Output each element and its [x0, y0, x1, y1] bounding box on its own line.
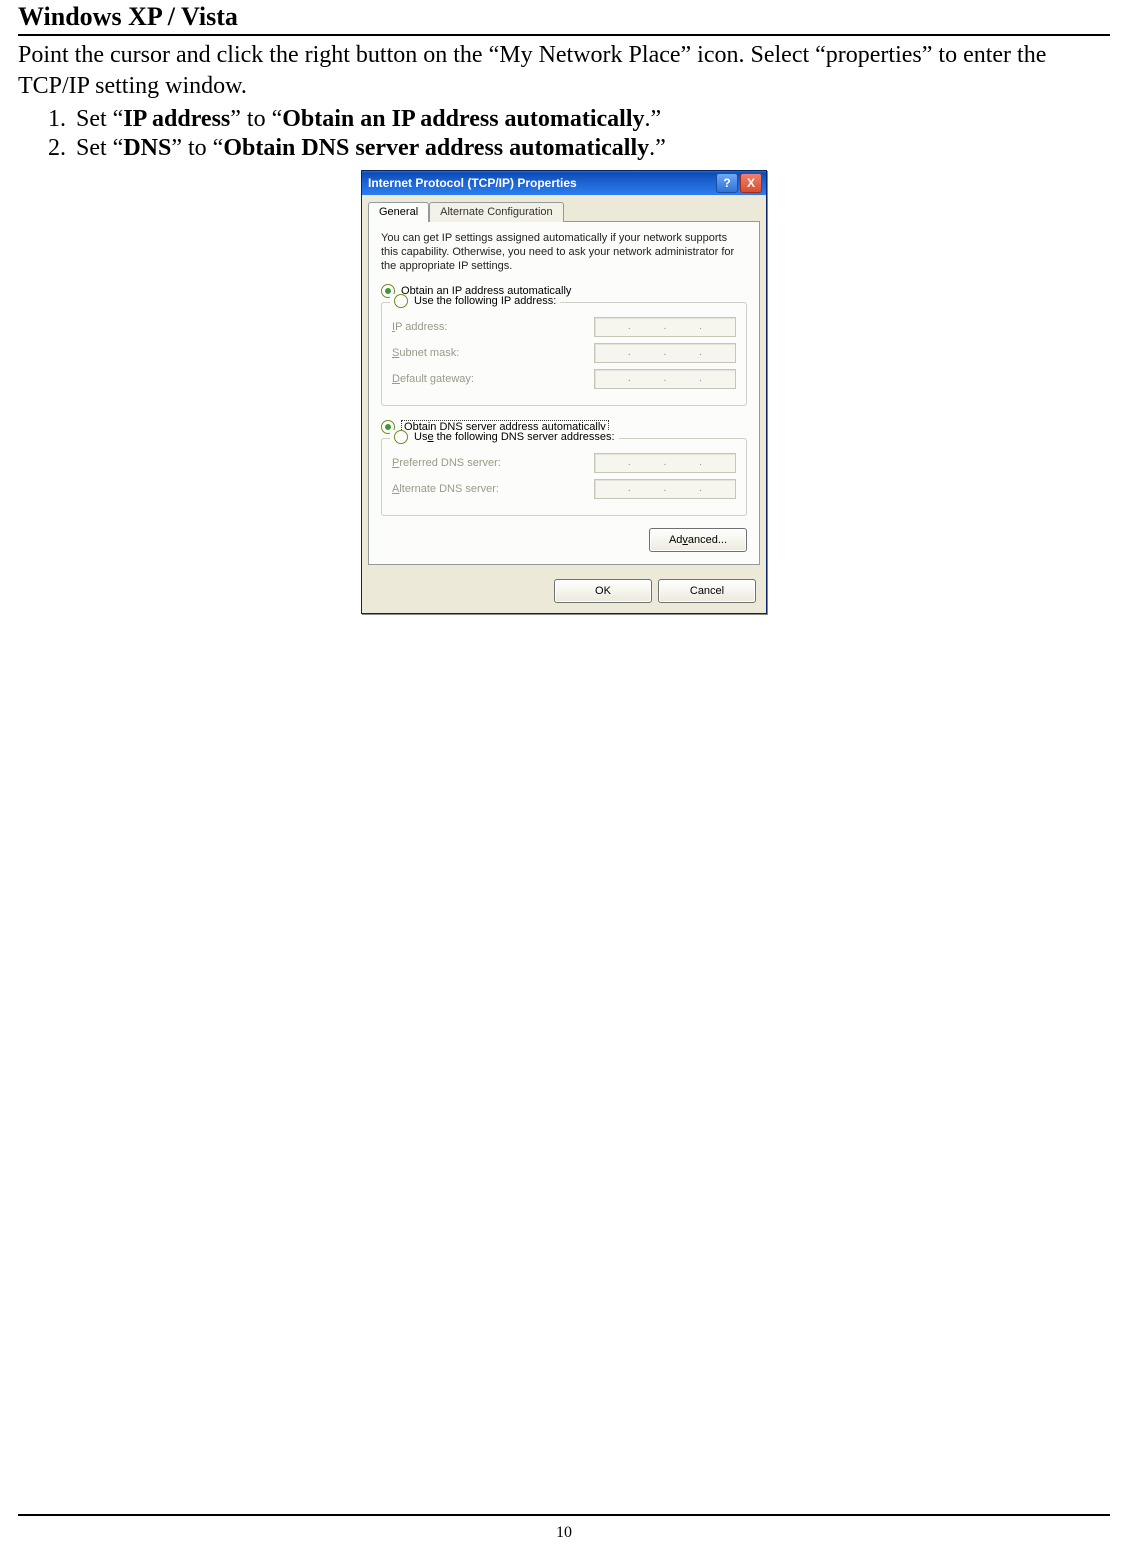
dialog-titlebar[interactable]: Internet Protocol (TCP/IP) Properties ? …: [362, 171, 766, 195]
label-preferred-dns: Preferred DNS server:: [392, 457, 594, 469]
page-number: 10: [0, 1524, 1128, 1542]
step-1: Set “IP address” to “Obtain an IP addres…: [72, 106, 1110, 133]
alternate-dns-field[interactable]: ...: [594, 479, 736, 499]
subnet-mask-field[interactable]: ...: [594, 343, 736, 363]
ip-manual-group: Use the following IP address: IP address…: [381, 302, 747, 406]
radio-use-following-dns[interactable]: Use the following DNS server addresses:: [390, 430, 619, 444]
radio-use-following-ip[interactable]: Use the following IP address:: [390, 294, 560, 308]
tcpip-properties-dialog: Internet Protocol (TCP/IP) Properties ? …: [361, 170, 767, 613]
tab-strip: General Alternate Configuration: [362, 195, 766, 221]
label-default-gateway: Default gateway:: [392, 373, 594, 385]
label-subnet-mask: Subnet mask:: [392, 347, 594, 359]
radio-icon: [394, 430, 408, 444]
dns-manual-group: Use the following DNS server addresses: …: [381, 438, 747, 516]
steps-list: Set “IP address” to “Obtain an IP addres…: [18, 106, 1110, 162]
tab-alternate-configuration[interactable]: Alternate Configuration: [429, 202, 564, 222]
ok-button[interactable]: OK: [554, 579, 652, 603]
ip-address-field[interactable]: ...: [594, 317, 736, 337]
label-alternate-dns: Alternate DNS server:: [392, 483, 594, 495]
step-2: Set “DNS” to “Obtain DNS server address …: [72, 135, 1110, 162]
advanced-button[interactable]: Advanced...: [649, 528, 747, 552]
footer-rule: [18, 1514, 1110, 1516]
close-icon[interactable]: X: [740, 173, 762, 193]
default-gateway-field[interactable]: ...: [594, 369, 736, 389]
intro-paragraph: Point the cursor and click the right but…: [18, 40, 1110, 102]
dialog-title: Internet Protocol (TCP/IP) Properties: [368, 176, 714, 190]
radio-icon: [394, 294, 408, 308]
preferred-dns-field[interactable]: ...: [594, 453, 736, 473]
tab-panel-general: You can get IP settings assigned automat…: [368, 221, 760, 564]
dialog-description: You can get IP settings assigned automat…: [381, 232, 747, 273]
section-heading: Windows XP / Vista: [18, 2, 1110, 36]
tab-general[interactable]: General: [368, 202, 429, 222]
dialog-button-row: OK Cancel: [362, 571, 766, 613]
help-icon[interactable]: ?: [716, 173, 738, 193]
cancel-button[interactable]: Cancel: [658, 579, 756, 603]
label-ip-address: IP address:: [392, 321, 594, 333]
